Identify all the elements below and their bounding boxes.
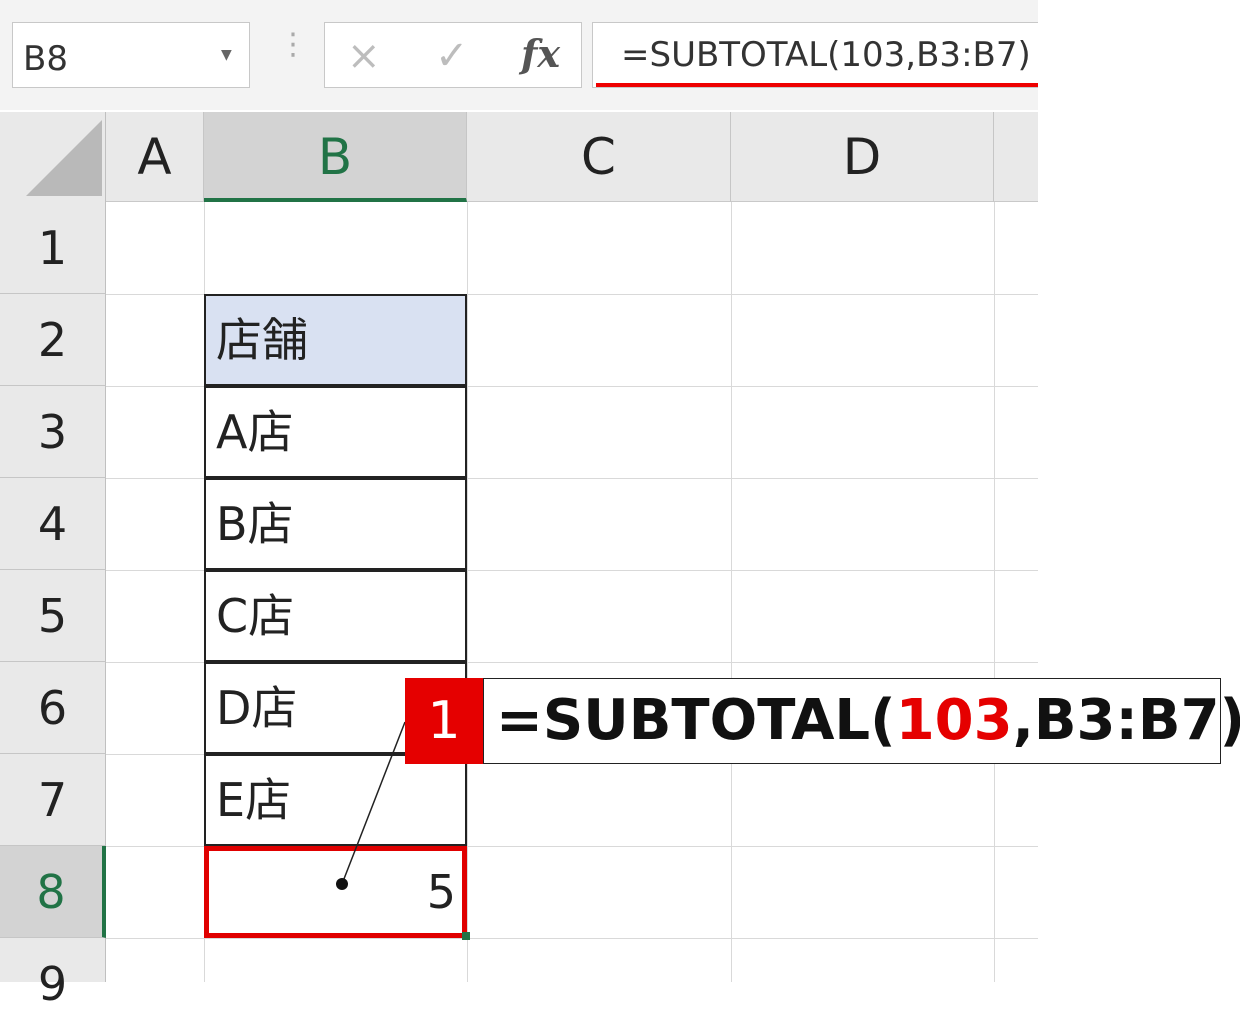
callout-suffix: ,B3:B7) bbox=[1012, 688, 1240, 753]
leader-dot bbox=[336, 878, 348, 890]
step-badge: 1 bbox=[405, 678, 483, 764]
callout-prefix: =SUBTOTAL( bbox=[496, 688, 896, 753]
formula-callout: =SUBTOTAL(103,B3:B7) bbox=[483, 678, 1240, 764]
callout-highlight: 103 bbox=[895, 688, 1013, 753]
callout-leader-line bbox=[341, 721, 406, 885]
